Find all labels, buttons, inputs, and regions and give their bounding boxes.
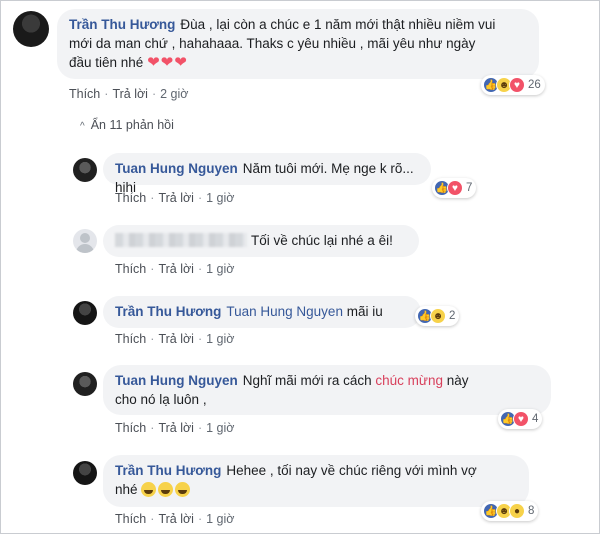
reply-link[interactable]: Trả lời <box>158 421 194 435</box>
reply-text: này <box>446 373 469 388</box>
reply-link[interactable]: Trả lời <box>158 332 194 346</box>
reaction-summary[interactable]: 👍 ☻ ● 8 <box>481 501 539 521</box>
reply-bubble: Tối về chúc lại nhé a êi! <box>103 225 419 257</box>
reply-link[interactable]: Trả lời <box>112 87 148 101</box>
like-link[interactable]: Thích <box>115 262 146 276</box>
comment-text: mới da man chứ , hahahaaa. Thaks c yêu n… <box>69 36 476 51</box>
reply-bubble: Tuan Hung Nguyen Nghĩ mãi mới ra cách chú… <box>103 365 551 415</box>
reply-author[interactable]: Trần Thu Hương <box>115 304 221 319</box>
reply-text: Hehee , tối nay về chúc riêng với mình v… <box>226 463 477 478</box>
comment-thread: Trần Thu Hương Đùa , lại còn a chúc e 1 n… <box>0 0 600 534</box>
love-icon: ♥ <box>513 411 529 427</box>
reply-text: nhé <box>115 482 138 497</box>
like-link[interactable]: Thích <box>115 421 146 435</box>
timestamp[interactable]: 1 giờ <box>206 262 234 276</box>
reaction-count: 8 <box>528 505 535 517</box>
comment-author[interactable]: Trần Thu Hương <box>69 17 175 32</box>
reply-bubble: Tuan Hung Nguyen Năm tuôi mới. Mẹ nge k r… <box>103 153 431 195</box>
reply-actions: Thích · Trả lời · 1 giờ <box>115 262 235 276</box>
comment-bubble: Trần Thu Hương Đùa , lại còn a chúc e 1 n… <box>57 9 539 79</box>
timestamp[interactable]: 1 giờ <box>206 421 234 435</box>
toggle-label: Ẩn 11 phản hồi <box>90 118 174 132</box>
heart-emoji: ❤❤❤ <box>147 54 188 71</box>
laughing-emoji <box>175 482 191 497</box>
reaction-summary[interactable]: 👍 ♥ 7 <box>432 178 477 198</box>
reply-author[interactable]: Trần Thu Hương <box>115 463 221 478</box>
reaction-summary[interactable]: 👍 ☻ 2 <box>415 306 460 326</box>
reply-link[interactable]: Trả lời <box>158 512 194 526</box>
reply-actions: Thích · Trả lời · 1 giờ <box>115 191 235 205</box>
reply-text: Tối về chúc lại nhé a êi! <box>251 233 393 248</box>
blurred-author <box>115 233 247 247</box>
highlight-text: chúc mừng <box>375 373 443 388</box>
reaction-count: 7 <box>466 182 473 194</box>
love-icon: ♥ <box>509 77 525 93</box>
wow-icon: ● <box>509 503 525 519</box>
timestamp[interactable]: 1 giờ <box>206 512 234 526</box>
avatar[interactable] <box>73 229 97 253</box>
laughing-emoji <box>158 482 174 497</box>
timestamp[interactable]: 1 giờ <box>206 332 234 346</box>
haha-icon: ☻ <box>430 308 446 324</box>
reply-link[interactable]: Trả lời <box>158 262 194 276</box>
like-link[interactable]: Thích <box>69 87 100 101</box>
chevron-up-icon: ^ <box>80 121 85 132</box>
reply-author[interactable]: Tuan Hung Nguyen <box>115 161 238 176</box>
comment-text: Đùa , lại còn a chúc e 1 năm mới thật nh… <box>180 17 496 32</box>
avatar[interactable] <box>13 11 49 47</box>
reply-actions: Thích · Trả lời · 1 giờ <box>115 421 235 435</box>
reply-bubble: Trần Thu Hương Tuan Hung Nguyen mãi iu <box>103 296 421 328</box>
avatar[interactable] <box>73 301 97 325</box>
avatar[interactable] <box>73 372 97 396</box>
reply-actions: Thích · Trả lời · 1 giờ <box>115 512 235 526</box>
love-icon: ♥ <box>447 180 463 196</box>
reply-text: Nghĩ mãi mới ra cách <box>242 373 372 388</box>
mention-link[interactable]: Tuan Hung Nguyen <box>226 304 343 319</box>
avatar[interactable] <box>73 158 97 182</box>
like-link[interactable]: Thích <box>115 512 146 526</box>
reaction-summary[interactable]: 👍 ♥ 4 <box>498 409 543 429</box>
reply-text: mãi iu <box>346 304 383 319</box>
hide-replies-toggle[interactable]: ^ Ẩn 11 phản hồi <box>80 118 174 132</box>
reply-link[interactable]: Trả lời <box>158 191 194 205</box>
avatar[interactable] <box>73 461 97 485</box>
comment-text: đầu tiên nhé <box>69 55 144 70</box>
like-link[interactable]: Thích <box>115 332 146 346</box>
reaction-count: 2 <box>449 310 456 322</box>
reaction-count: 26 <box>528 79 541 91</box>
reply-text: cho nó lạ luôn , <box>115 392 207 407</box>
like-link[interactable]: Thích <box>115 191 146 205</box>
timestamp[interactable]: 2 giờ <box>160 87 188 101</box>
reply-actions: Thích · Trả lời · 1 giờ <box>115 332 235 346</box>
reaction-count: 4 <box>532 413 539 425</box>
timestamp[interactable]: 1 giờ <box>206 191 234 205</box>
comment-actions: Thích · Trả lời · 2 giờ <box>69 87 189 101</box>
reaction-summary[interactable]: 👍 ☻ ♥ 26 <box>481 75 545 95</box>
reply-author[interactable]: Tuan Hung Nguyen <box>115 373 238 388</box>
laughing-emoji <box>141 482 157 497</box>
reply-bubble: Trần Thu Hương Hehee , tối nay về chúc ri… <box>103 455 529 507</box>
